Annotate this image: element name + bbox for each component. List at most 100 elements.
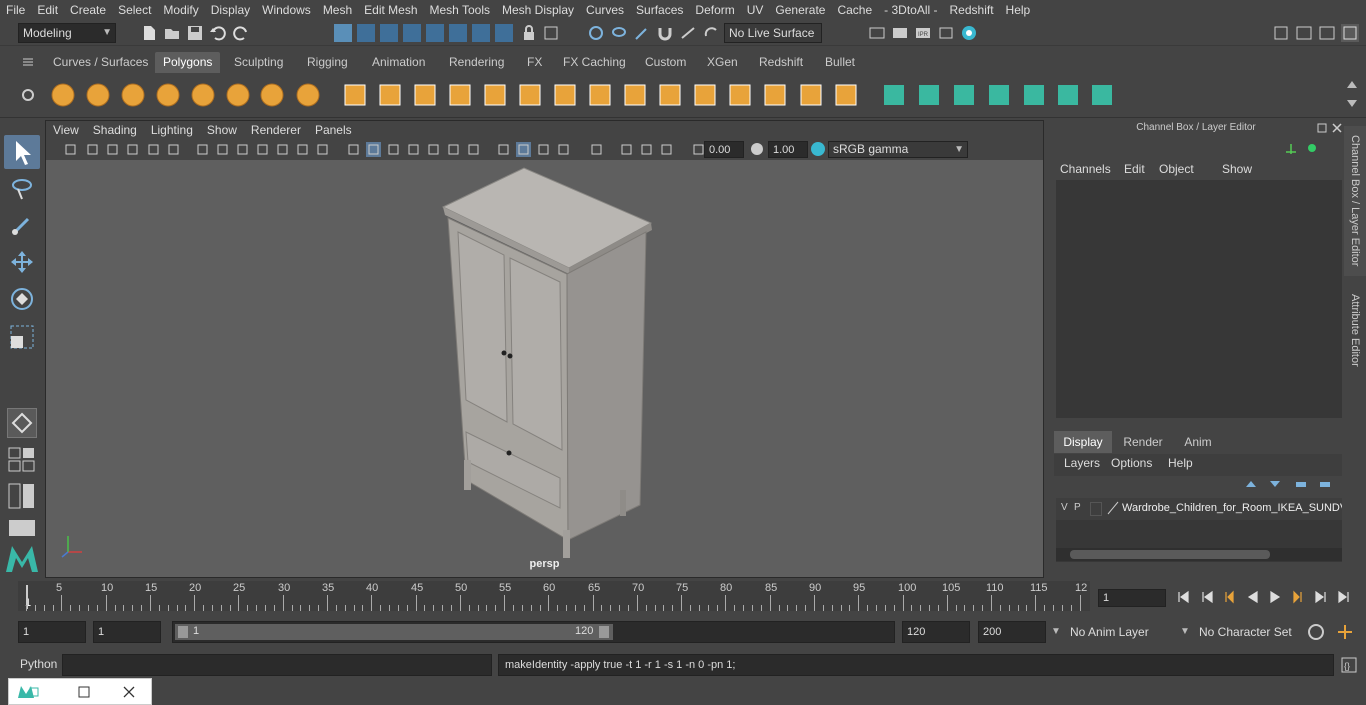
workspace-icon[interactable] xyxy=(1272,24,1290,42)
chevron-down-icon[interactable]: ▼ xyxy=(1051,626,1061,637)
menu-3dtoall[interactable]: - 3DtoAll - xyxy=(878,0,943,20)
menu-file[interactable]: File xyxy=(0,0,31,20)
close-panel-icon[interactable] xyxy=(1331,122,1343,134)
depth-of-field-icon[interactable] xyxy=(619,142,634,157)
scene-end-field[interactable]: 200 xyxy=(978,621,1046,643)
shelf-settings-icon[interactable] xyxy=(20,87,38,105)
xray-active-icon[interactable] xyxy=(639,142,654,157)
go-to-end-icon[interactable] xyxy=(1337,590,1352,605)
gamma-icon[interactable] xyxy=(750,142,764,156)
tab-xgen[interactable]: XGen xyxy=(699,52,746,73)
lighting-icon[interactable] xyxy=(426,142,441,157)
pyramid-icon[interactable] xyxy=(258,81,286,109)
construction-history-icon[interactable] xyxy=(587,24,605,42)
insert-edge-loop-icon[interactable] xyxy=(551,81,579,109)
menu-create[interactable]: Create xyxy=(64,0,112,20)
range-start-grip[interactable] xyxy=(178,626,188,638)
ipr-render-icon[interactable]: IPR xyxy=(914,24,932,42)
menu-uv[interactable]: UV xyxy=(741,0,770,20)
extract-icon[interactable] xyxy=(411,81,439,109)
menu-select[interactable]: Select xyxy=(112,0,157,20)
select-by-hierarchy-icon[interactable] xyxy=(334,24,352,42)
color-management-icon[interactable] xyxy=(810,141,826,157)
layer-playback-toggle[interactable]: P xyxy=(1074,502,1081,513)
select-by-component-icon[interactable] xyxy=(380,24,398,42)
channel-menu-edit[interactable]: Edit xyxy=(1124,162,1145,176)
target-weld-icon[interactable] xyxy=(832,81,860,109)
live-surface-field[interactable]: No Live Surface xyxy=(724,23,822,43)
tab-sculpting[interactable]: Sculpting xyxy=(226,52,291,73)
toggle-attribute-editor-icon[interactable] xyxy=(1318,24,1336,42)
safe-action-icon[interactable] xyxy=(295,142,310,157)
make-live-icon[interactable] xyxy=(702,24,720,42)
lasso-tool-icon[interactable] xyxy=(8,175,36,203)
render-frame-icon[interactable] xyxy=(891,24,909,42)
channel-menu-channels[interactable]: Channels xyxy=(1060,162,1111,176)
tab-rigging[interactable]: Rigging xyxy=(299,52,356,73)
lasso-icon[interactable] xyxy=(610,24,628,42)
move-layer-down-icon[interactable] xyxy=(1268,477,1282,491)
fill-hole-icon[interactable] xyxy=(691,81,719,109)
pipe-icon[interactable] xyxy=(294,81,322,109)
bridge-edge-icon[interactable] xyxy=(656,81,684,109)
move-layer-up-icon[interactable] xyxy=(1244,477,1258,491)
menu-windows[interactable]: Windows xyxy=(256,0,317,20)
extrude-icon[interactable] xyxy=(586,81,614,109)
camera-select-icon[interactable] xyxy=(63,142,78,157)
torus-icon[interactable] xyxy=(224,81,252,109)
scrollbar-thumb[interactable] xyxy=(1070,550,1270,559)
xray-joints-icon[interactable] xyxy=(496,142,511,157)
menu-help[interactable]: Help xyxy=(1000,0,1037,20)
channel-list[interactable] xyxy=(1056,180,1342,418)
layer-horizontal-scrollbar[interactable] xyxy=(1056,548,1342,561)
shade-wireframe-icon[interactable] xyxy=(386,142,401,157)
viewport-menu-shading[interactable]: Shading xyxy=(86,121,144,139)
anim-layer-selector[interactable]: No Anim Layer xyxy=(1070,625,1149,639)
float-panel-icon[interactable] xyxy=(1316,122,1328,134)
checker-icon[interactable] xyxy=(1054,81,1082,109)
shelf-scroll-down-icon[interactable] xyxy=(1346,99,1358,109)
new-layer-selected-icon[interactable] xyxy=(1318,477,1332,491)
safe-title-icon[interactable] xyxy=(315,142,330,157)
step-back-icon[interactable] xyxy=(1200,590,1215,605)
layer-tab-anim[interactable]: Anim xyxy=(1174,431,1222,453)
viewport-menu-renderer[interactable]: Renderer xyxy=(244,121,308,139)
lock-icon[interactable] xyxy=(520,24,538,42)
viewport-menu-panels[interactable]: Panels xyxy=(308,121,359,139)
merge-icon[interactable] xyxy=(797,81,825,109)
snap-view-icon[interactable] xyxy=(472,24,490,42)
anim-preferences-icon[interactable] xyxy=(1307,623,1325,641)
menu-modify[interactable]: Modify xyxy=(157,0,204,20)
menu-generate[interactable]: Generate xyxy=(769,0,831,20)
plane-icon[interactable] xyxy=(189,81,217,109)
rotate-tool-icon[interactable] xyxy=(8,285,36,313)
menu-display[interactable]: Display xyxy=(205,0,256,20)
tab-animation[interactable]: Animation xyxy=(364,52,433,73)
snap-grid-icon[interactable] xyxy=(403,24,421,42)
bridge-icon[interactable] xyxy=(446,81,474,109)
play-backward-icon[interactable] xyxy=(1246,590,1261,605)
current-frame-field[interactable]: 1 xyxy=(1098,589,1166,607)
smooth-icon[interactable] xyxy=(726,81,754,109)
layer-menu-help[interactable]: Help xyxy=(1168,456,1193,470)
paint-select-icon[interactable] xyxy=(633,24,651,42)
perspective-viewport[interactable]: persp xyxy=(46,160,1043,577)
step-back-key-icon[interactable] xyxy=(1222,590,1237,605)
mode-selector[interactable]: Modeling ▼ xyxy=(18,23,116,43)
layer-tab-render[interactable]: Render xyxy=(1114,431,1172,453)
hypershade-icon[interactable] xyxy=(960,24,978,42)
layer-reference-toggle[interactable] xyxy=(1090,502,1102,516)
tab-rendering[interactable]: Rendering xyxy=(441,52,512,73)
select-tool-toggle-icon[interactable] xyxy=(542,24,560,42)
shelf-scroll-up-icon[interactable] xyxy=(1346,79,1358,89)
maya-window-icon[interactable] xyxy=(16,684,40,700)
toggle-channel-box-icon[interactable] xyxy=(1295,24,1313,42)
tab-curves-surfaces[interactable]: Curves / Surfaces xyxy=(45,52,156,73)
close-window-icon[interactable] xyxy=(122,685,136,699)
wireframe-icon[interactable] xyxy=(346,142,361,157)
bevel-icon[interactable] xyxy=(621,81,649,109)
exposure-field[interactable]: 0.00 xyxy=(704,141,744,158)
range-slider-handle[interactable]: 1 120 xyxy=(175,624,613,640)
isolate-select-icon[interactable] xyxy=(589,142,604,157)
playback-start-field[interactable]: 1 xyxy=(93,621,161,643)
